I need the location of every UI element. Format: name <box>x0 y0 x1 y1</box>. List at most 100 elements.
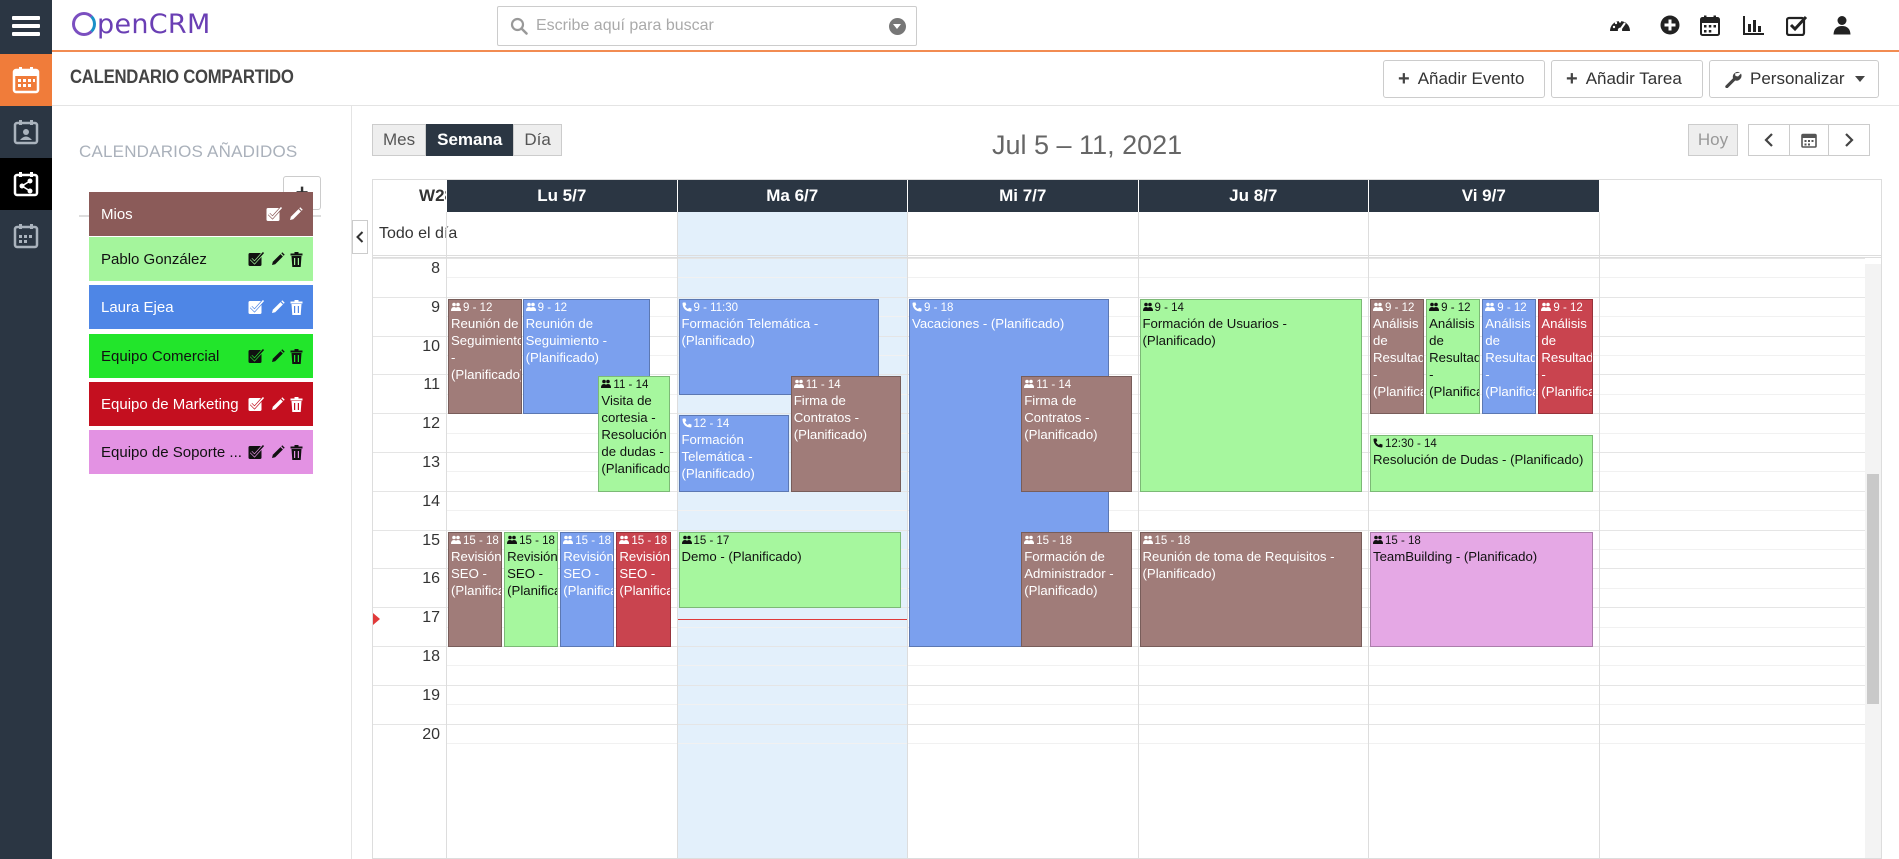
search-input[interactable] <box>536 7 876 45</box>
calendar-event[interactable]: 9 - 12Análisis de Resultados - (Planific… <box>1538 298 1593 415</box>
user-profile-icon[interactable] <box>1830 13 1854 37</box>
calendar-item[interactable]: Pablo González <box>89 237 313 281</box>
vertical-scrollbar[interactable] <box>1865 264 1881 858</box>
date-picker-button[interactable] <box>1789 124 1829 156</box>
group-icon <box>1024 379 1036 391</box>
edit-pencil-icon[interactable] <box>270 299 285 315</box>
opencrm-logo[interactable]: penCRM <box>72 9 211 40</box>
prev-week-button[interactable] <box>1748 124 1790 156</box>
global-search <box>497 6 917 46</box>
hour-line <box>373 529 1865 531</box>
edit-pencil-icon[interactable] <box>270 396 285 412</box>
day-header[interactable]: Mi 7/7 <box>907 180 1138 212</box>
calendar-event[interactable]: 15 - 18Revisión SEO - (Planificado) <box>448 531 503 647</box>
calendar-event[interactable]: 9 - 12Análisis de Resultados - (Planific… <box>1426 298 1481 415</box>
event-time-text: 11 - 14 <box>1036 379 1072 392</box>
delete-trash-icon[interactable] <box>290 299 303 315</box>
calendar-item[interactable]: Mios <box>89 192 313 236</box>
visible-checkbox-icon[interactable] <box>248 251 265 267</box>
event-title: Visita de cortesia - Resolución de dudas… <box>601 393 671 477</box>
calendar-event[interactable]: 15 - 18Revisión SEO - (Planificado) <box>616 531 671 647</box>
collapse-sidebar-button[interactable] <box>352 220 368 254</box>
event-time: 9 - 12 <box>451 301 519 315</box>
top-bar: penCRM <box>52 0 1899 52</box>
add-task-button[interactable]: + Añadir Tarea <box>1551 60 1703 98</box>
visible-checkbox-icon[interactable] <box>248 299 265 315</box>
edit-pencil-icon[interactable] <box>270 348 285 364</box>
view-day-button[interactable]: Día <box>513 124 562 156</box>
calendar-module-icon[interactable] <box>0 54 52 106</box>
event-time: 15 - 18 <box>1373 534 1590 548</box>
search-options-chevron-icon[interactable] <box>889 18 906 35</box>
calendar-event[interactable]: 15 - 18Revisión SEO - (Planificado) <box>504 531 559 647</box>
day-header[interactable]: Lu 5/7 <box>446 180 677 212</box>
tasks-checkbox-icon[interactable] <box>1785 13 1809 37</box>
day-header[interactable]: Vi 9/7 <box>1368 180 1599 212</box>
add-circle-icon[interactable] <box>1658 13 1682 37</box>
today-button[interactable]: Hoy <box>1688 124 1738 156</box>
calendar-event[interactable]: 15 - 18 Reunión de toma de Requisitos - (… <box>1139 531 1362 647</box>
calendar-event[interactable]: 12 - 14 Formación Telemática - (Planifica… <box>678 415 789 492</box>
calendar-event[interactable]: 15 - 17 Demo - (Planificado) <box>678 531 901 609</box>
event-time: 15 - 18 <box>563 534 611 548</box>
current-time-marker <box>373 612 380 625</box>
plus-icon: + <box>1566 67 1578 90</box>
edit-pencil-icon[interactable] <box>288 206 303 222</box>
event-time-text: 15 - 18 <box>575 534 612 547</box>
view-week-button[interactable]: Semana <box>426 124 514 156</box>
visible-checkbox-icon[interactable] <box>248 348 265 364</box>
day-column-divider <box>1368 212 1369 858</box>
calendar-icon[interactable] <box>1698 13 1722 37</box>
calendar-item[interactable]: Equipo Comercial <box>89 334 313 378</box>
calendar-event[interactable]: 9 - 14 Formación de Usuarios - (Planifica… <box>1139 298 1362 492</box>
group-icon <box>1485 302 1497 314</box>
next-week-button[interactable] <box>1828 124 1870 156</box>
calendar-event[interactable]: 11 - 14 Visita de cortesia - Resolución d… <box>598 376 671 492</box>
hour-label: 20 <box>422 725 440 743</box>
group-icon <box>1541 302 1553 314</box>
visible-checkbox-icon[interactable] <box>248 444 265 460</box>
chevron-right-icon <box>1845 133 1854 147</box>
calendar-event[interactable]: 11 - 14 Firma de Contratos - (Planificado… <box>790 376 901 492</box>
calendar-event[interactable]: 9 - 12Análisis de Resultados - (Planific… <box>1370 298 1425 415</box>
scrollbar-thumb[interactable] <box>1867 474 1879 704</box>
dashboard-gauge-icon[interactable] <box>1608 13 1632 37</box>
calendar-event[interactable]: 11 - 14 Firma de Contratos - (Planificado… <box>1021 376 1132 492</box>
delete-trash-icon[interactable] <box>290 444 303 460</box>
customize-dropdown-button[interactable]: Personalizar <box>1709 60 1879 98</box>
shared-calendar-icon[interactable] <box>0 158 52 210</box>
calendar-item[interactable]: Equipo de Soporte ... <box>89 430 313 474</box>
view-month-button[interactable]: Mes <box>372 124 427 156</box>
event-time: 9 - 12 <box>1541 301 1589 315</box>
calendar-item[interactable]: Equipo de Marketing <box>89 382 313 426</box>
day-header[interactable]: Ju 8/7 <box>1137 180 1368 212</box>
calendar-event[interactable]: 15 - 18Revisión SEO - (Planificado) <box>560 531 615 647</box>
day-header[interactable]: Ma 6/7 <box>676 180 907 212</box>
calendar-event[interactable]: 15 - 18 TeamBuilding - (Planificado) <box>1370 531 1593 647</box>
hamburger-menu-icon[interactable] <box>0 0 52 52</box>
delete-trash-icon[interactable] <box>290 251 303 267</box>
edit-pencil-icon[interactable] <box>270 251 285 267</box>
group-icon <box>451 535 463 547</box>
calendar-event[interactable]: 9 - 12Análisis de Resultados - (Planific… <box>1482 298 1537 415</box>
edit-pencil-icon[interactable] <box>270 444 285 460</box>
event-time-text: 9 - 12 <box>1553 301 1583 314</box>
visible-checkbox-icon[interactable] <box>266 206 283 222</box>
calendar-event[interactable]: 15 - 18 Formación de Administrador - (Pla… <box>1021 531 1132 647</box>
calendar-actions <box>248 251 313 267</box>
delete-trash-icon[interactable] <box>290 396 303 412</box>
group-icon <box>1429 302 1441 314</box>
calendar-event[interactable]: 9 - 12 Reunión de Seguimiento - (Planific… <box>448 298 522 415</box>
hour-line <box>373 684 1865 686</box>
calendar-event[interactable]: 12:30 - 14 Resolución de Dudas - (Planifi… <box>1370 434 1593 492</box>
add-event-button[interactable]: + Añadir Evento <box>1383 60 1545 98</box>
group-icon <box>601 379 613 391</box>
event-time-text: 9 - 12 <box>1441 301 1471 314</box>
visible-checkbox-icon[interactable] <box>248 396 265 412</box>
contact-calendar-icon[interactable] <box>0 106 52 158</box>
delete-trash-icon[interactable] <box>290 348 303 364</box>
schedule-calendar-icon[interactable] <box>0 210 52 262</box>
calendar-name: Mios <box>101 205 133 223</box>
calendar-item[interactable]: Laura Ejea <box>89 285 313 329</box>
bar-chart-icon[interactable] <box>1742 13 1766 37</box>
